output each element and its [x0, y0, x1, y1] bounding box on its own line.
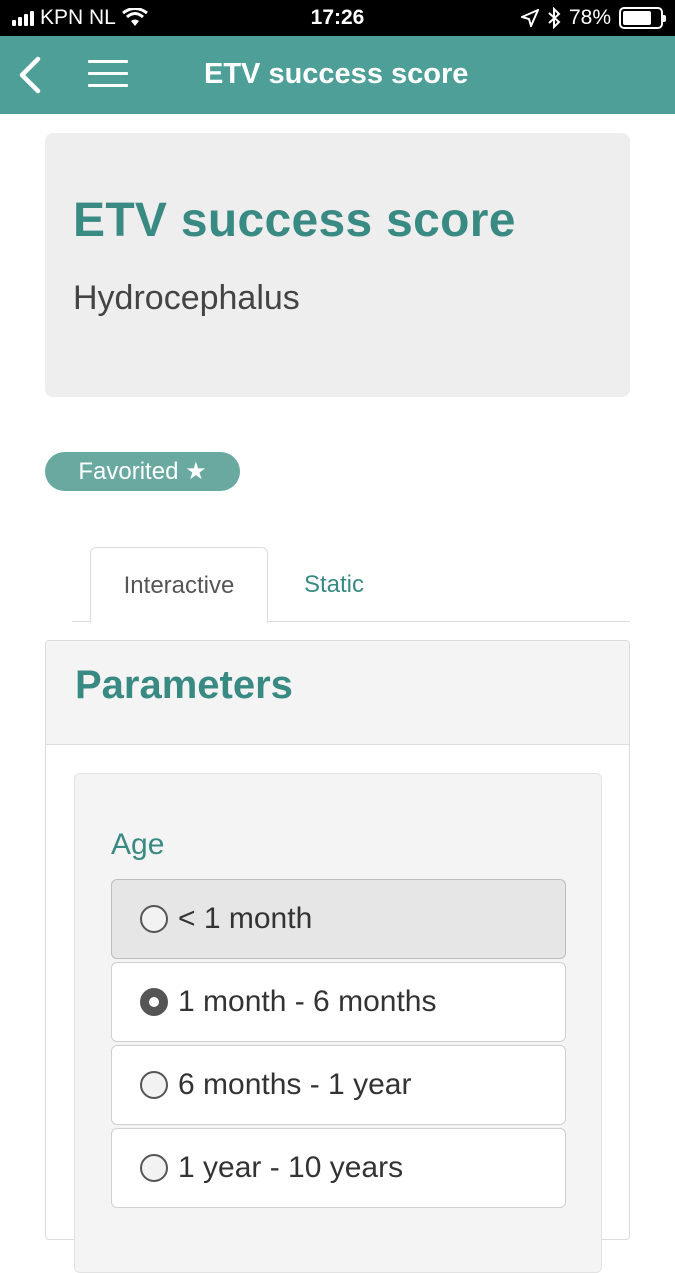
parameters-header: Parameters — [46, 641, 629, 745]
app-bar-title: ETV success score — [204, 58, 469, 90]
page-title: ETV success score — [73, 194, 516, 247]
favorite-badge[interactable]: Favorited ★ — [45, 452, 240, 491]
age-parameter: Age < 1 month 1 month - 6 months 6 month… — [74, 773, 602, 1273]
hero-card: ETV success score Hydrocephalus — [45, 133, 630, 397]
parameters-panel: Parameters Age < 1 month 1 month - 6 mon… — [45, 640, 630, 1273]
option-label: 1 month - 6 months — [178, 985, 437, 1018]
radio-checked-icon — [140, 988, 168, 1016]
radio-icon — [140, 1154, 168, 1182]
app-bar: ETV success score — [0, 36, 675, 114]
page-subtitle: Hydrocephalus — [73, 279, 300, 317]
status-bar: KPN NL 17:26 78% — [0, 0, 675, 36]
radio-icon — [140, 905, 168, 933]
age-label: Age — [111, 828, 165, 861]
parameters-title: Parameters — [75, 663, 293, 707]
age-option-1-10-years[interactable]: 1 year - 10 years — [111, 1128, 566, 1208]
option-label: < 1 month — [178, 902, 313, 935]
bluetooth-icon — [548, 7, 561, 29]
battery-percent: 78% — [568, 6, 611, 29]
tab-interactive[interactable]: Interactive — [90, 547, 268, 623]
location-icon — [520, 9, 539, 27]
menu-button[interactable] — [88, 60, 128, 92]
battery-icon — [619, 7, 666, 29]
option-label: 1 year - 10 years — [178, 1151, 404, 1184]
option-label: 6 months - 1 year — [178, 1068, 412, 1101]
radio-icon — [140, 1071, 168, 1099]
chevron-left-icon — [19, 56, 41, 94]
battery-level — [623, 11, 652, 25]
age-option-6-months-1-year[interactable]: 6 months - 1 year — [111, 1045, 566, 1125]
age-option-lt-1-month[interactable]: < 1 month — [111, 879, 566, 959]
back-button[interactable] — [14, 56, 48, 94]
tab-static[interactable]: Static — [268, 547, 400, 623]
age-option-1-6-months[interactable]: 1 month - 6 months — [111, 962, 566, 1042]
status-right: 78% — [520, 6, 666, 30]
